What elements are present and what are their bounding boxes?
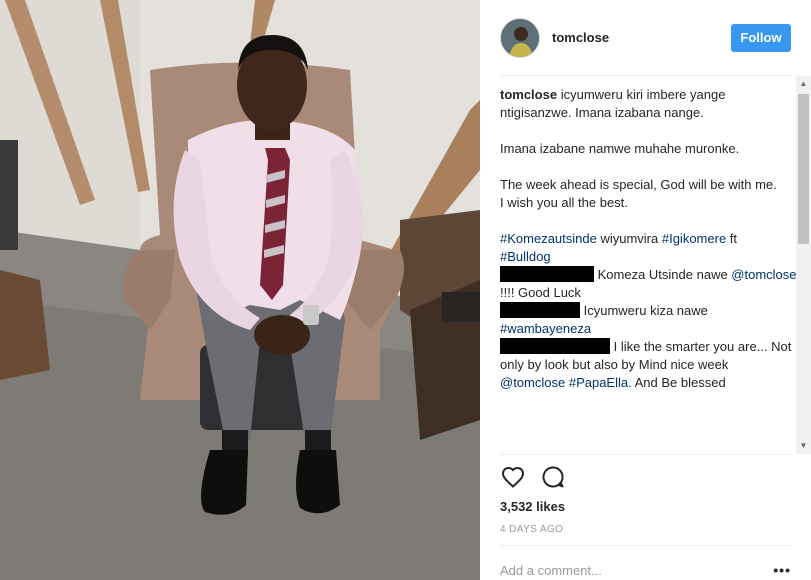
caption-hashtag-text: wiyumvira [596,231,662,246]
post-header: tomclose Follow [500,0,791,76]
header-username[interactable]: tomclose [552,30,731,45]
comment-item: Komeza Utsinde nawe @tomclose !!!! Good … [500,266,797,302]
actions-divider [500,454,791,455]
redacted-username [500,266,594,282]
avatar[interactable] [500,17,540,58]
redacted-username [500,338,610,354]
action-bar [500,462,580,492]
comment-text: !!!! Good Luck [500,285,581,300]
post-details-panel: tomclose Follow tomclose icyumweru kiri … [480,0,811,580]
mention-link[interactable]: @tomclose [731,267,796,282]
hashtag-link[interactable]: #Komezautsinde [500,231,597,246]
post-timestamp: 4 DAYS AGO [500,524,564,535]
more-options-icon[interactable]: ••• [773,556,791,578]
post-photo[interactable] [0,0,480,580]
hashtag-link[interactable]: #wambayeneza [500,321,591,336]
scroll-down-arrow-icon[interactable]: ▼ [796,438,811,454]
hashtag-link[interactable]: #PapaElla [569,375,628,390]
caption: tomclose icyumweru kiri imbere yange nti… [500,86,797,266]
hashtag-link[interactable]: #Bulldog [500,249,551,264]
caption-ft-text: ft [726,231,738,246]
comment-item: I like the smarter you are... Not only b… [500,338,797,392]
comments-scrollbar[interactable]: ▲ ▼ [796,76,811,454]
caption-line-4: I wish you all the best. [500,195,628,210]
caption-line-2: Imana izabane namwe muhahe muronke. [500,141,740,156]
comment-text: . And Be blessed [628,375,726,390]
follow-button[interactable]: Follow [731,23,791,52]
comment-text: Komeza Utsinde nawe [594,267,732,282]
caption-hashtags: #Komezautsinde wiyumvira #Igikomere ft #B… [500,230,797,266]
comment-text: Icyumweru kiza nawe [580,303,708,318]
redacted-username [500,302,580,318]
caption-username[interactable]: tomclose [500,87,557,102]
comment-bubble-icon[interactable] [540,464,566,490]
comment-divider [500,545,791,546]
caption-line-3: The week ahead is special, God will be w… [500,177,777,192]
avatar-image [501,18,539,57]
scroll-thumb[interactable] [798,94,809,244]
scroll-up-arrow-icon[interactable]: ▲ [796,76,811,92]
comment-input[interactable] [500,555,774,578]
hashtag-link[interactable]: #Igikomere [662,231,726,246]
comment-item: Icyumweru kiza nawe #wambayeneza [500,302,797,338]
likes-count[interactable]: 3,532 likes [500,499,565,514]
add-comment-bar: ••• [500,553,791,580]
heart-icon[interactable] [500,464,526,490]
comments-list: tomclose icyumweru kiri imbere yange nti… [500,86,797,452]
post-image [0,0,480,580]
mention-link[interactable]: @tomclose [500,375,565,390]
